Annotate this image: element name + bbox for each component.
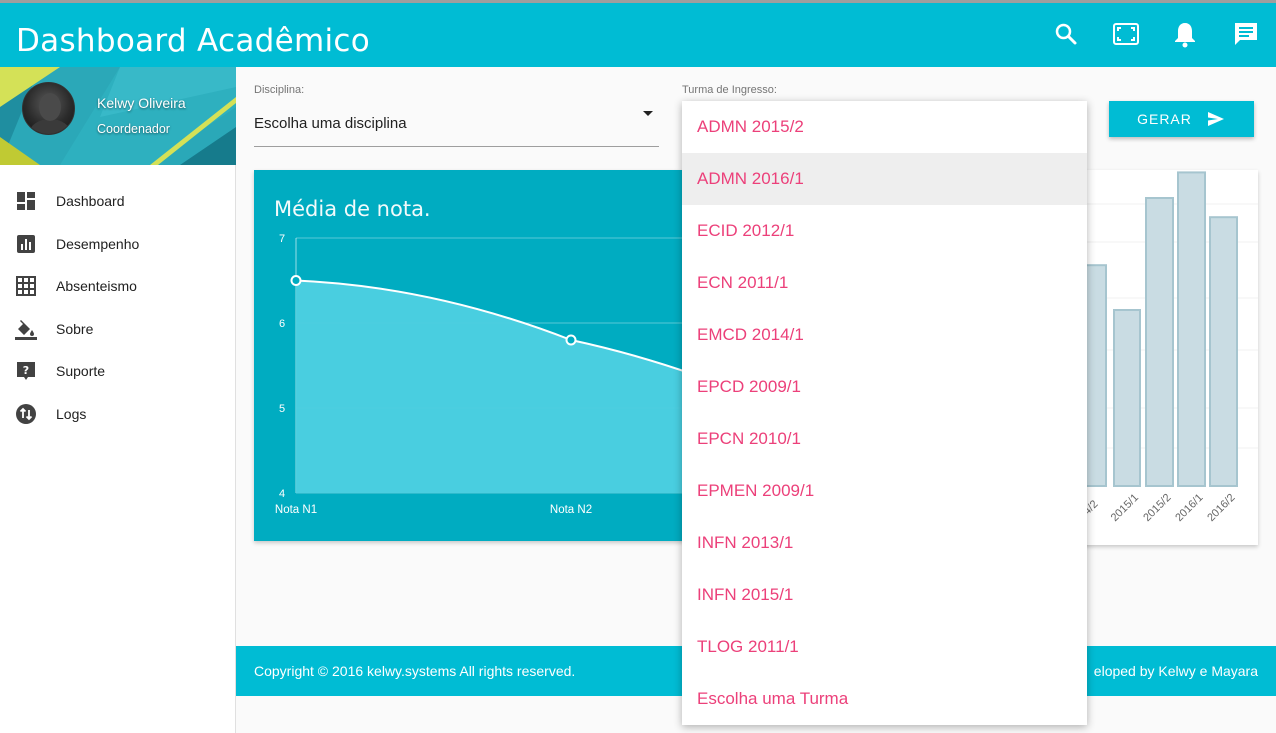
dropdown-option[interactable]: EPMEN 2009/1 (682, 465, 1087, 517)
x-tick-label: Nota N1 (275, 504, 317, 516)
sidebar-item-dashboard[interactable]: Dashboard (0, 180, 236, 223)
sidebar-item-label: Absenteismo (56, 278, 137, 295)
chat-icon[interactable] (1231, 19, 1261, 49)
footer-developed-by: eloped by Kelwy e Mayara (1093, 663, 1258, 679)
sidebar-item-label: Dashboard (56, 193, 125, 210)
dropdown-option[interactable]: ADMN 2016/1 (682, 153, 1087, 205)
bar-chart-icon (15, 233, 37, 255)
search-icon[interactable] (1051, 19, 1081, 49)
line-chart-card: Média de nota. 4 5 6 7 Nota N1 Nota N2 (254, 170, 694, 541)
turma-label: Turma de Ingresso: (682, 84, 777, 96)
dropdown-option[interactable]: TLOG 2011/1 (682, 621, 1087, 673)
y-tick-label: 7 (279, 233, 285, 245)
sidebar: Kelwy Oliveira Coordenador Dashboard Des… (0, 67, 236, 733)
bell-icon[interactable] (1170, 19, 1200, 49)
x-tick-label: 2015/1 (1109, 492, 1141, 524)
bar (1209, 216, 1238, 487)
sidebar-item-label: Suporte (56, 363, 106, 380)
dashboard-icon (15, 190, 37, 212)
caret-down-icon (643, 111, 653, 116)
line-chart: 4 5 6 7 Nota N1 Nota N2 (275, 233, 694, 516)
gerar-label: GERAR (1137, 111, 1192, 127)
sidebar-item-label: Sobre (56, 320, 94, 337)
paint-bucket-icon (15, 318, 37, 340)
grid-icon (15, 275, 37, 297)
send-icon (1207, 112, 1224, 126)
gerar-button[interactable]: GERAR (1109, 101, 1254, 137)
dropdown-option[interactable]: ADMN 2015/2 (682, 101, 1087, 153)
data-point (290, 275, 302, 286)
dropdown-option[interactable]: INFN 2015/1 (682, 569, 1087, 621)
x-tick-label: Nota N2 (550, 504, 592, 516)
sidebar-item-sobre[interactable]: Sobre (0, 308, 236, 351)
swap-icon (15, 403, 37, 425)
dropdown-option[interactable]: INFN 2013/1 (682, 517, 1087, 569)
dropdown-option[interactable]: EPCD 2009/1 (682, 361, 1087, 413)
x-tick-label: 2016/2 (1205, 492, 1237, 524)
app-header: Dashboard Acadêmico (0, 3, 1276, 67)
bar (1113, 309, 1141, 487)
bar-chart-card: 4/2 2015/1 2015/2 2016/1 2016/2 (1080, 170, 1258, 545)
x-tick-label: 2015/2 (1141, 492, 1173, 524)
user-name: Kelwy Oliveira (97, 95, 186, 111)
y-tick-label: 6 (279, 318, 285, 330)
dropdown-option[interactable]: EPCN 2010/1 (682, 413, 1087, 465)
disciplina-value: Escolha uma disciplina (254, 115, 407, 132)
sidebar-item-label: Desempenho (56, 235, 140, 252)
help-icon: ? (15, 360, 37, 382)
bar-chart: 4/2 2015/1 2015/2 2016/1 2016/2 (1080, 171, 1258, 524)
bar (1177, 171, 1206, 488)
disciplina-label: Disciplina: (254, 84, 305, 96)
area-fill (296, 280, 694, 493)
sidebar-item-label: Logs (56, 405, 87, 422)
bar (1145, 197, 1174, 487)
footer-copyright: Copyright © 2016 kelwy.systems All right… (254, 663, 576, 679)
sidebar-item-suporte[interactable]: ? Suporte (0, 350, 236, 393)
sidebar-item-logs[interactable]: Logs (0, 393, 236, 436)
turma-dropdown[interactable]: ADMN 2015/2 ADMN 2016/1 ECID 2012/1 ECN 201… (682, 101, 1087, 725)
user-role: Coordenador (97, 122, 170, 136)
disciplina-select[interactable]: Escolha uma disciplina (254, 106, 659, 147)
y-tick-label: 4 (279, 488, 285, 500)
profile-banner: Kelwy Oliveira Coordenador (0, 67, 236, 165)
sidebar-item-absenteismo[interactable]: Absenteismo (0, 265, 236, 308)
dropdown-option[interactable]: EMCD 2014/1 (682, 309, 1087, 361)
data-point (565, 334, 577, 346)
avatar (22, 82, 75, 135)
sidebar-item-desempenho[interactable]: Desempenho (0, 223, 236, 266)
dropdown-option[interactable]: Escolha uma Turma (682, 673, 1087, 725)
y-tick-label: 5 (279, 403, 285, 415)
svg-text:?: ? (23, 364, 29, 377)
sidebar-nav: Dashboard Desempenho Absenteismo Sobre ?… (0, 180, 236, 435)
fullscreen-icon[interactable] (1111, 19, 1141, 49)
dropdown-option[interactable]: ECN 2011/1 (682, 257, 1087, 309)
app-title: Dashboard Acadêmico (16, 23, 371, 59)
x-tick-label: 2016/1 (1173, 492, 1205, 524)
dropdown-option[interactable]: ECID 2012/1 (682, 205, 1087, 257)
